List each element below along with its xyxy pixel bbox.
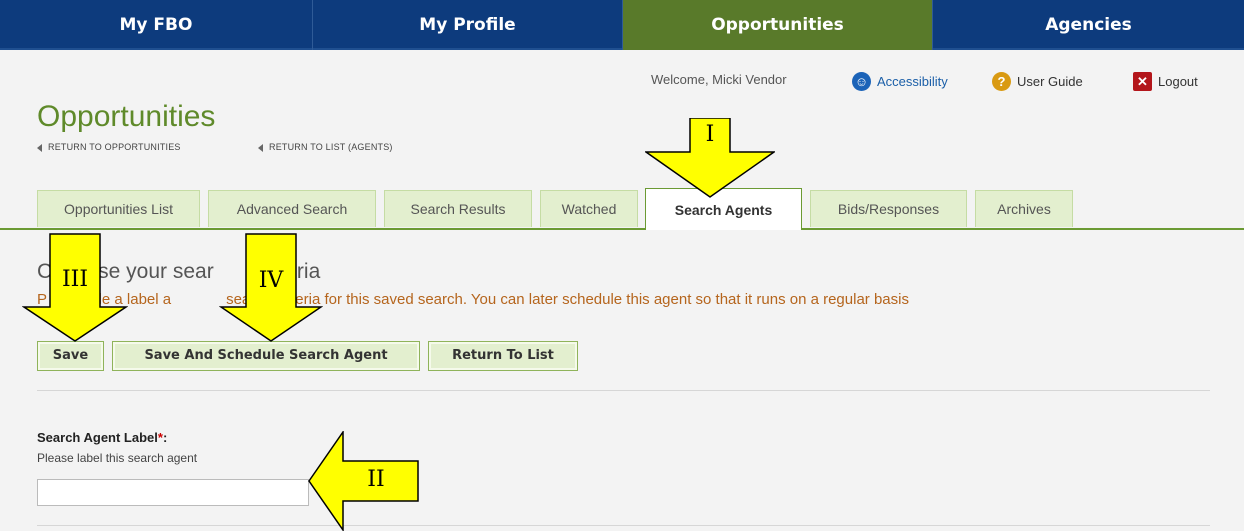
search-agent-label-input[interactable] bbox=[37, 479, 309, 506]
back-arrow-icon bbox=[37, 143, 42, 152]
nav-tab-my-profile[interactable]: My Profile bbox=[313, 0, 623, 50]
close-icon: ✕ bbox=[1133, 72, 1152, 91]
accessibility-label: Accessibility bbox=[877, 74, 948, 89]
accessibility-icon: ☺ bbox=[852, 72, 871, 91]
return-list-label: RETURN TO LIST (AGENTS) bbox=[269, 142, 393, 152]
logout-label: Logout bbox=[1158, 74, 1198, 89]
instructions-text: Pprovide a label a search criteria for th… bbox=[37, 291, 909, 308]
user-guide-link[interactable]: ? User Guide bbox=[992, 72, 1083, 91]
return-to-list-button[interactable]: Return To List bbox=[428, 341, 578, 371]
divider bbox=[37, 390, 1210, 391]
tab-bids-responses[interactable]: Bids/Responses bbox=[810, 190, 967, 227]
accessibility-link[interactable]: ☺ Accessibility bbox=[852, 72, 948, 91]
nav-tab-opportunities[interactable]: Opportunities bbox=[623, 0, 933, 50]
divider bbox=[37, 525, 1210, 526]
save-and-schedule-button[interactable]: Save And Schedule Search Agent bbox=[112, 341, 420, 371]
logout-link[interactable]: ✕ Logout bbox=[1133, 72, 1198, 91]
save-button[interactable]: Save bbox=[37, 341, 104, 371]
user-guide-label: User Guide bbox=[1017, 74, 1083, 89]
nav-tab-agencies[interactable]: Agencies bbox=[933, 0, 1244, 50]
search-agent-label: Search Agent Label*: bbox=[37, 430, 168, 445]
callout-label-one: I bbox=[705, 122, 715, 147]
top-navigation: My FBO My Profile Opportunities Agencies bbox=[0, 0, 1244, 50]
tab-archives[interactable]: Archives bbox=[975, 190, 1073, 227]
tab-opportunities-list[interactable]: Opportunities List bbox=[37, 190, 200, 227]
back-arrow-icon bbox=[258, 143, 263, 152]
return-to-list-link[interactable]: RETURN TO LIST (AGENTS) bbox=[258, 142, 393, 152]
tab-watched[interactable]: Watched bbox=[540, 190, 638, 227]
callout-label-three: III bbox=[61, 267, 89, 292]
callout-label-four: IV bbox=[258, 268, 284, 293]
page-title: Opportunities bbox=[37, 100, 216, 133]
tab-underline bbox=[0, 228, 1244, 230]
help-icon: ? bbox=[992, 72, 1011, 91]
field-help-text: Please label this search agent bbox=[37, 451, 198, 465]
welcome-text: Welcome, Micki Vendor bbox=[651, 72, 787, 87]
return-opportunities-label: RETURN TO OPPORTUNITIES bbox=[48, 142, 181, 152]
tab-search-results[interactable]: Search Results bbox=[384, 190, 532, 227]
nav-tab-my-fbo[interactable]: My FBO bbox=[0, 0, 313, 50]
return-to-opportunities-link[interactable]: RETURN TO OPPORTUNITIES bbox=[37, 142, 181, 152]
callout-label-two: II bbox=[367, 467, 385, 492]
tab-advanced-search[interactable]: Advanced Search bbox=[208, 190, 376, 227]
